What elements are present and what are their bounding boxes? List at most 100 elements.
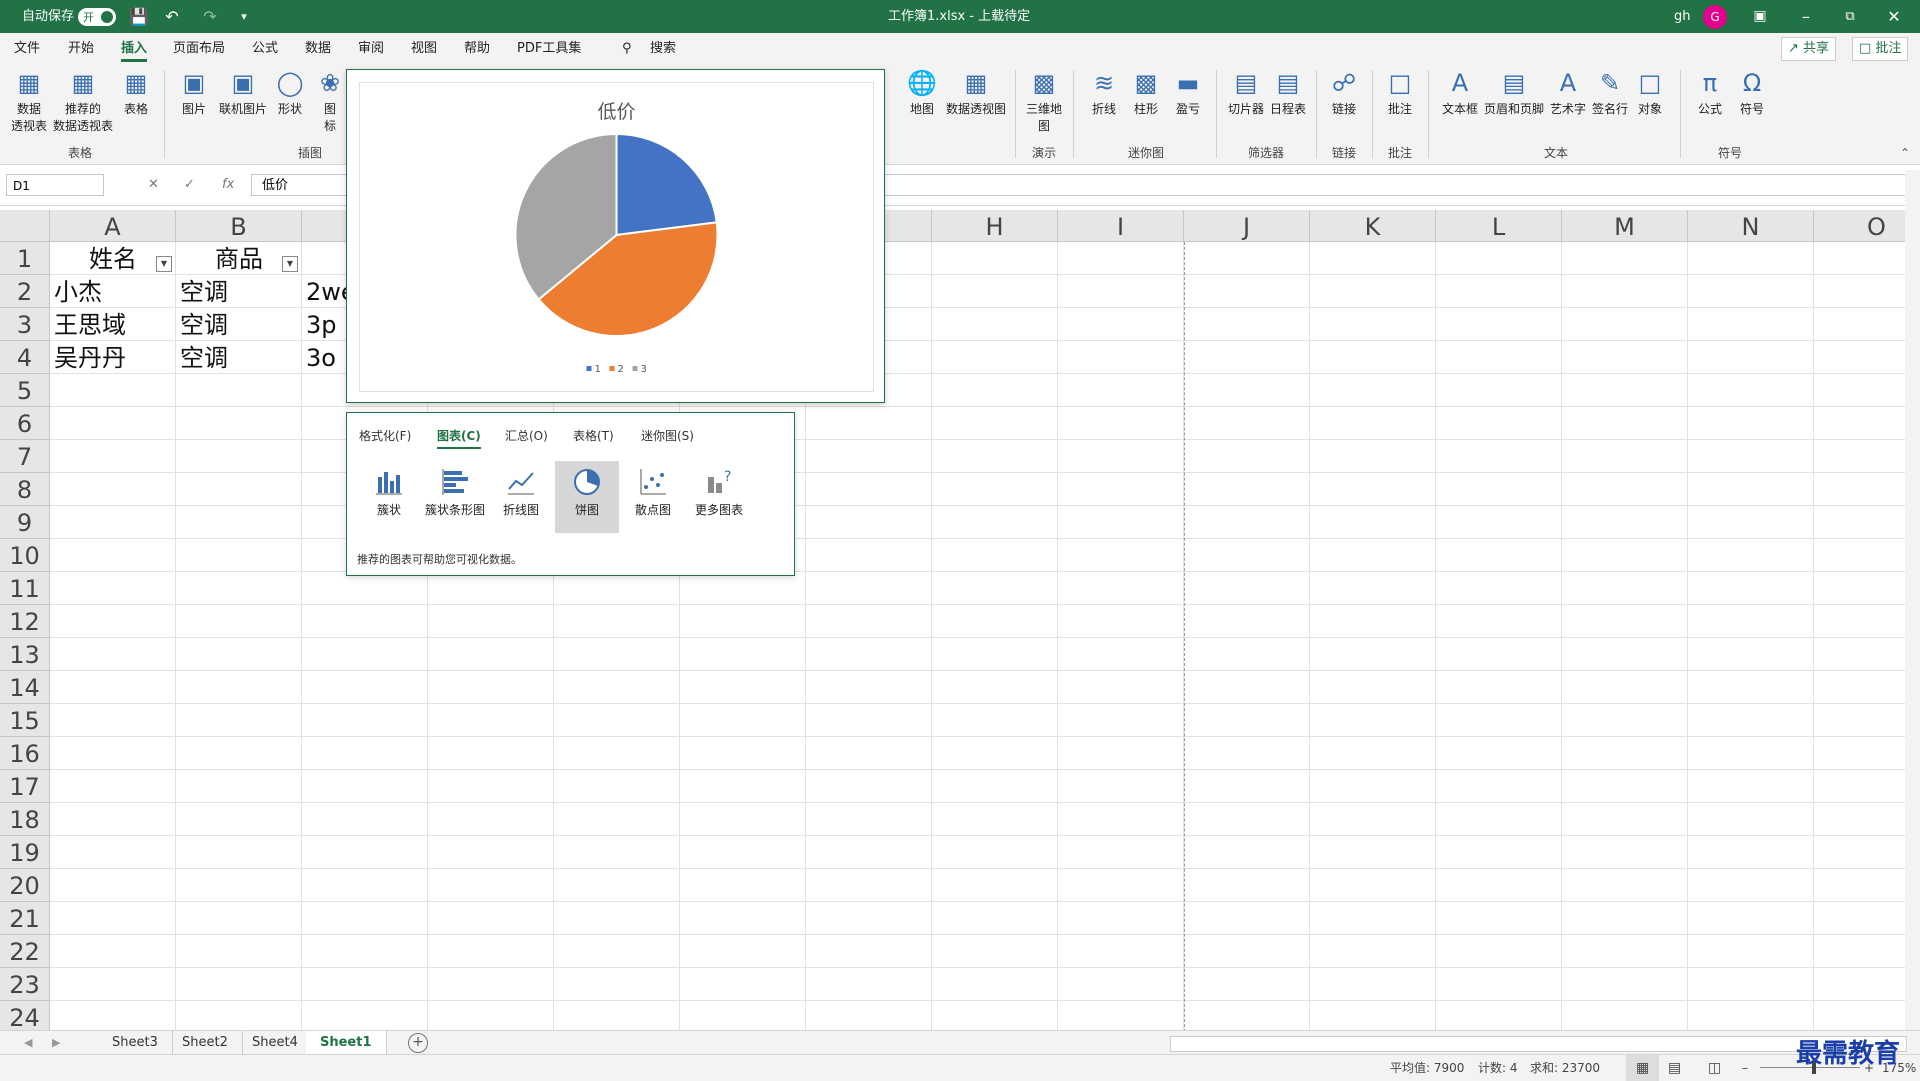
3d-map-button[interactable]: ▩ 三维地 图 [1024, 68, 1064, 134]
row-header[interactable]: 4 [0, 341, 50, 374]
customize-qat-icon[interactable]: ▾ [236, 0, 252, 33]
name-box[interactable]: D1 [6, 174, 104, 196]
cell-B2[interactable]: 空调 [180, 277, 298, 308]
qa-tab-tables[interactable]: 表格(T) [573, 427, 614, 444]
column-header[interactable]: J [1184, 210, 1310, 242]
sheet-tab[interactable]: Sheet3 [98, 1031, 173, 1055]
qa-tab-sparklines[interactable]: 迷你图(S) [641, 427, 694, 444]
pivot-chart-button[interactable]: ▦ 数据透视图 [944, 68, 1008, 117]
column-header[interactable]: O [1814, 210, 1905, 242]
column-header[interactable]: B [176, 210, 302, 242]
column-header[interactable]: L [1436, 210, 1562, 242]
row-header[interactable]: 15 [0, 704, 50, 737]
undo-icon[interactable]: ↶ [158, 0, 186, 33]
sparkline-winloss-button[interactable]: ▬ 盈亏 [1170, 68, 1206, 117]
scroll-left-icon[interactable]: ◀ [24, 1031, 32, 1055]
enter-icon[interactable]: ✓ [184, 174, 195, 196]
row-header[interactable]: 19 [0, 836, 50, 869]
qa-line-chart[interactable]: 折线图 [489, 461, 553, 533]
row-header[interactable]: 8 [0, 473, 50, 506]
row-header[interactable]: 12 [0, 605, 50, 638]
row-header[interactable]: 23 [0, 968, 50, 1001]
cell-A4[interactable]: 吴丹丹 [54, 343, 172, 374]
qa-tab-totals[interactable]: 汇总(O) [505, 427, 548, 444]
row-header[interactable]: 11 [0, 572, 50, 605]
save-icon[interactable]: 💾 [128, 0, 150, 33]
row-header[interactable]: 6 [0, 407, 50, 440]
qa-tab-charts[interactable]: 图表(C) [437, 427, 481, 449]
cell-A3[interactable]: 王思域 [54, 310, 172, 341]
sparkline-column-button[interactable]: ▩ 柱形 [1128, 68, 1164, 117]
row-header[interactable]: 21 [0, 902, 50, 935]
cell-B3[interactable]: 空调 [180, 310, 298, 341]
qa-scatter-chart[interactable]: 散点图 [621, 461, 685, 533]
window-title[interactable]: 工作簿1.xlsx - 上载待定 [888, 0, 1030, 33]
row-header[interactable]: 20 [0, 869, 50, 902]
cell-A1[interactable]: 姓名 [54, 244, 172, 275]
sheet-tab[interactable]: Sheet4 [238, 1031, 313, 1055]
cell-B4[interactable]: 空调 [180, 343, 298, 374]
pivot-table-button[interactable]: ▦ 数据 透视表 [8, 68, 50, 134]
column-header[interactable]: H [932, 210, 1058, 242]
sheet-tab[interactable]: Sheet2 [168, 1031, 243, 1055]
avatar[interactable]: G [1703, 5, 1727, 29]
tab-home[interactable]: 开始 [68, 33, 94, 64]
row-header[interactable]: 16 [0, 737, 50, 770]
redo-icon[interactable]: ↷ [196, 0, 224, 33]
zoom-out-icon[interactable]: – [1742, 1055, 1748, 1081]
vertical-scrollbar[interactable] [1905, 170, 1920, 1030]
equation-button[interactable]: π 公式 [1690, 68, 1730, 117]
insert-function-icon[interactable]: fx [222, 174, 234, 196]
worksheet-grid[interactable]: A B H I J K L M N O 1 2 3 4 5 6 7 8 9 10 11 12 13 14 15 16 17 18 19 2… [0, 210, 1905, 1030]
tab-review[interactable]: 审阅 [358, 33, 384, 64]
header-footer-button[interactable]: ▤ 页眉和页脚 [1482, 68, 1546, 117]
autosave-toggle[interactable]: 开 [78, 8, 116, 26]
symbol-button[interactable]: Ω 符号 [1732, 68, 1772, 117]
shapes-button[interactable]: ◯ 形状 [272, 68, 308, 117]
tab-help[interactable]: 帮助 [464, 33, 490, 64]
page-break-view-icon[interactable]: ◫ [1708, 1055, 1721, 1081]
row-header[interactable]: 7 [0, 440, 50, 473]
row-header[interactable]: 5 [0, 374, 50, 407]
recommended-pivot-button[interactable]: ▦ 推荐的 数据透视表 [52, 68, 114, 134]
normal-view-icon[interactable]: ▦ [1626, 1055, 1660, 1081]
close-icon[interactable]: ✕ [1882, 0, 1906, 33]
object-button[interactable]: □ 对象 [1632, 68, 1668, 117]
row-header[interactable]: 3 [0, 308, 50, 341]
select-all-corner[interactable] [0, 210, 50, 242]
cell-A2[interactable]: 小杰 [54, 277, 172, 308]
tab-data[interactable]: 数据 [305, 33, 331, 64]
row-header[interactable]: 18 [0, 803, 50, 836]
column-header[interactable]: N [1688, 210, 1814, 242]
share-button[interactable]: ↗ 共享 [1781, 37, 1837, 61]
qa-more-charts[interactable]: ? 更多图表 [687, 461, 751, 533]
filter-dropdown-icon[interactable]: ▼ [156, 256, 172, 272]
timeline-button[interactable]: ▤ 日程表 [1268, 68, 1308, 117]
tab-formulas[interactable]: 公式 [252, 33, 278, 64]
maps-button[interactable]: 🌐 地图 [904, 68, 940, 117]
tab-insert[interactable]: 插入 [121, 33, 148, 64]
column-header[interactable]: A [50, 210, 176, 242]
qa-pie-chart[interactable]: 饼图 [555, 461, 619, 533]
table-button[interactable]: ▦ 表格 [118, 68, 154, 117]
column-header[interactable]: I [1058, 210, 1184, 242]
row-header[interactable]: 9 [0, 506, 50, 539]
ribbon-display-icon[interactable]: ▣ [1748, 0, 1772, 33]
online-picture-button[interactable]: ▣ 联机图片 [216, 68, 270, 117]
qa-clustered-bar[interactable]: 簇状条形图 [423, 461, 487, 533]
search-icon[interactable]: ⚲ [622, 33, 632, 64]
slicer-button[interactable]: ▤ 切片器 [1226, 68, 1266, 117]
page-layout-view-icon[interactable]: ▤ [1668, 1055, 1681, 1081]
restore-icon[interactable]: ⧉ [1838, 0, 1862, 33]
scroll-right-icon[interactable]: ▶ [52, 1031, 60, 1055]
textbox-button[interactable]: A 文本框 [1440, 68, 1480, 117]
qa-tab-formatting[interactable]: 格式化(F) [359, 427, 411, 444]
tab-page-layout[interactable]: 页面布局 [173, 33, 225, 64]
tab-view[interactable]: 视图 [411, 33, 437, 64]
signature-button[interactable]: ✎ 签名行 [1590, 68, 1630, 117]
cell-B1[interactable]: 商品 [180, 244, 298, 275]
comment-button[interactable]: □ 批注 [1382, 68, 1418, 117]
tab-file[interactable]: 文件 [14, 33, 40, 64]
row-header[interactable]: 13 [0, 638, 50, 671]
wordart-button[interactable]: A 艺术字 [1548, 68, 1588, 117]
